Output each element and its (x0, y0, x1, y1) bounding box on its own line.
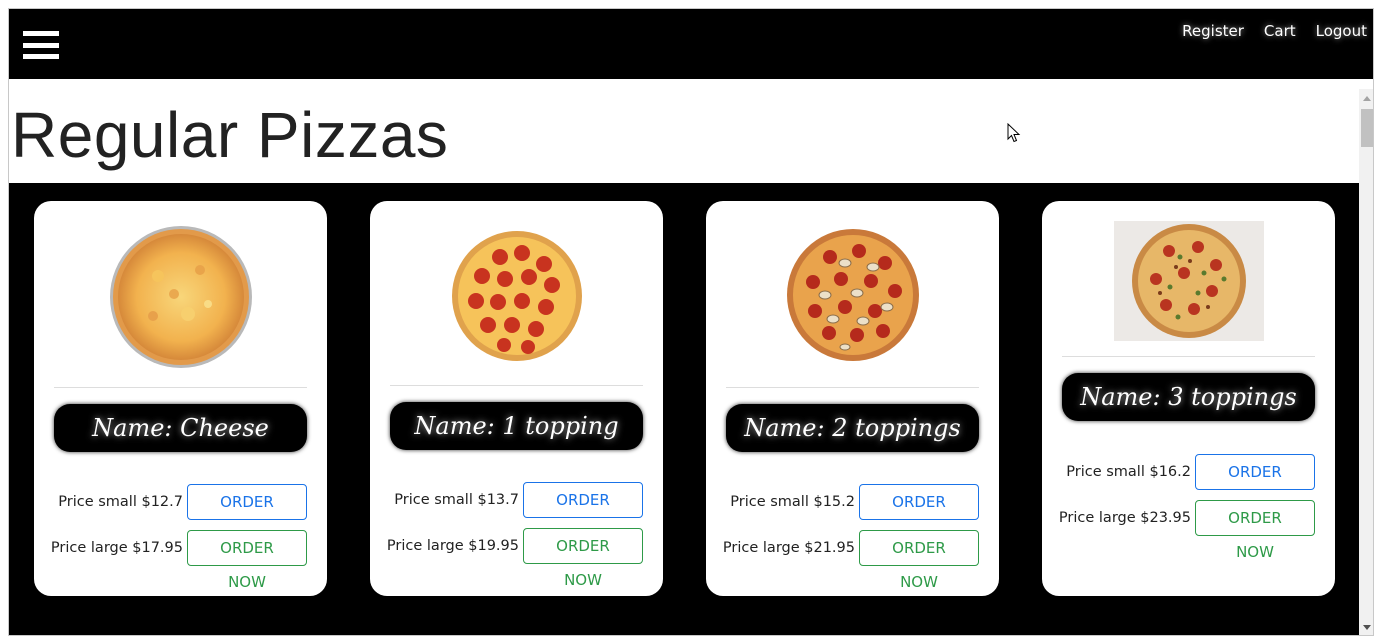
price-large-label: Price large $21.95 (722, 540, 855, 556)
card-divider (1062, 356, 1315, 357)
price-small-label: Price small $12.7 (58, 494, 183, 510)
price-large-row: Price large $21.95 ORDER NOW (722, 530, 979, 591)
price-small-row: Price small $13.7 ORDER NOW (394, 482, 643, 543)
mouse-cursor-icon (1007, 123, 1021, 143)
logout-link[interactable]: Logout (1316, 22, 1367, 40)
price-small-label: Price small $15.2 (730, 494, 855, 510)
price-large-row: Price large $17.95 ORDER NOW (50, 530, 307, 591)
price-large-row: Price large $19.95 ORDER NOW (386, 528, 643, 589)
product-name-badge: Name: 2 toppings (726, 404, 979, 452)
order-large-button[interactable]: ORDER NOW (859, 530, 979, 591)
card-divider (726, 387, 979, 388)
pepperoni-pizza-image (451, 231, 582, 361)
scrollbar-thumb[interactable] (1361, 109, 1373, 147)
price-large-label: Price large $19.95 (386, 538, 519, 554)
top-navbar: Register Cart Logout (9, 9, 1373, 79)
scroll-down-arrow-icon[interactable] (1363, 625, 1371, 630)
product-name: Name: 3 toppings (1080, 383, 1297, 411)
order-small-button[interactable]: ORDER NOW (187, 484, 307, 545)
vertical-scrollbar[interactable] (1359, 89, 1373, 635)
card-divider (54, 387, 307, 388)
order-large-button[interactable]: ORDER NOW (1195, 500, 1315, 561)
price-small-row: Price small $12.7 ORDER NOW (58, 484, 307, 545)
order-small-button[interactable]: ORDER NOW (859, 484, 979, 545)
price-small-row: Price small $16.2 ORDER NOW (1066, 454, 1315, 515)
price-small-label: Price small $16.2 (1066, 464, 1191, 480)
product-name-badge: Name: Cheese (54, 404, 307, 452)
register-link[interactable]: Register (1182, 22, 1244, 40)
price-large-row: Price large $23.95 ORDER NOW (1058, 500, 1315, 561)
product-card: Name: 3 toppings Price small $16.2 ORDER… (1042, 201, 1335, 596)
price-small-label: Price small $13.7 (394, 492, 519, 508)
nav-links: Register Cart Logout (1182, 22, 1367, 40)
hamburger-menu-icon[interactable] (23, 31, 59, 59)
product-name: Name: 2 toppings (744, 414, 961, 442)
product-name-badge: Name: 3 toppings (1062, 373, 1315, 421)
scroll-up-arrow-icon[interactable] (1363, 96, 1371, 101)
product-card: Name: 2 toppings Price small $15.2 ORDER… (706, 201, 999, 596)
price-large-label: Price large $23.95 (1058, 510, 1191, 526)
price-small-row: Price small $15.2 ORDER NOW (730, 484, 979, 545)
product-name-badge: Name: 1 topping (390, 402, 643, 450)
cart-link[interactable]: Cart (1264, 22, 1296, 40)
order-small-button[interactable]: ORDER NOW (523, 482, 643, 543)
product-grid: Name: Cheese Price small $12.7 ORDER NOW… (9, 183, 1359, 635)
product-name: Name: 1 topping (414, 412, 619, 440)
card-divider (390, 385, 643, 386)
supreme-pizza-image (1113, 221, 1264, 341)
pepperoni-mushroom-pizza-image (786, 229, 919, 361)
product-name: Name: Cheese (92, 414, 269, 442)
browser-window: Register Cart Logout Regular Pizzas Name… (8, 8, 1374, 636)
price-large-label: Price large $17.95 (50, 540, 183, 556)
cheese-pizza-image (109, 226, 252, 368)
order-large-button[interactable]: ORDER NOW (523, 528, 643, 589)
product-card: Name: 1 topping Price small $13.7 ORDER … (370, 201, 663, 596)
order-small-button[interactable]: ORDER NOW (1195, 454, 1315, 515)
order-large-button[interactable]: ORDER NOW (187, 530, 307, 591)
product-card: Name: Cheese Price small $12.7 ORDER NOW… (34, 201, 327, 596)
page-title: Regular Pizzas (11, 99, 449, 171)
